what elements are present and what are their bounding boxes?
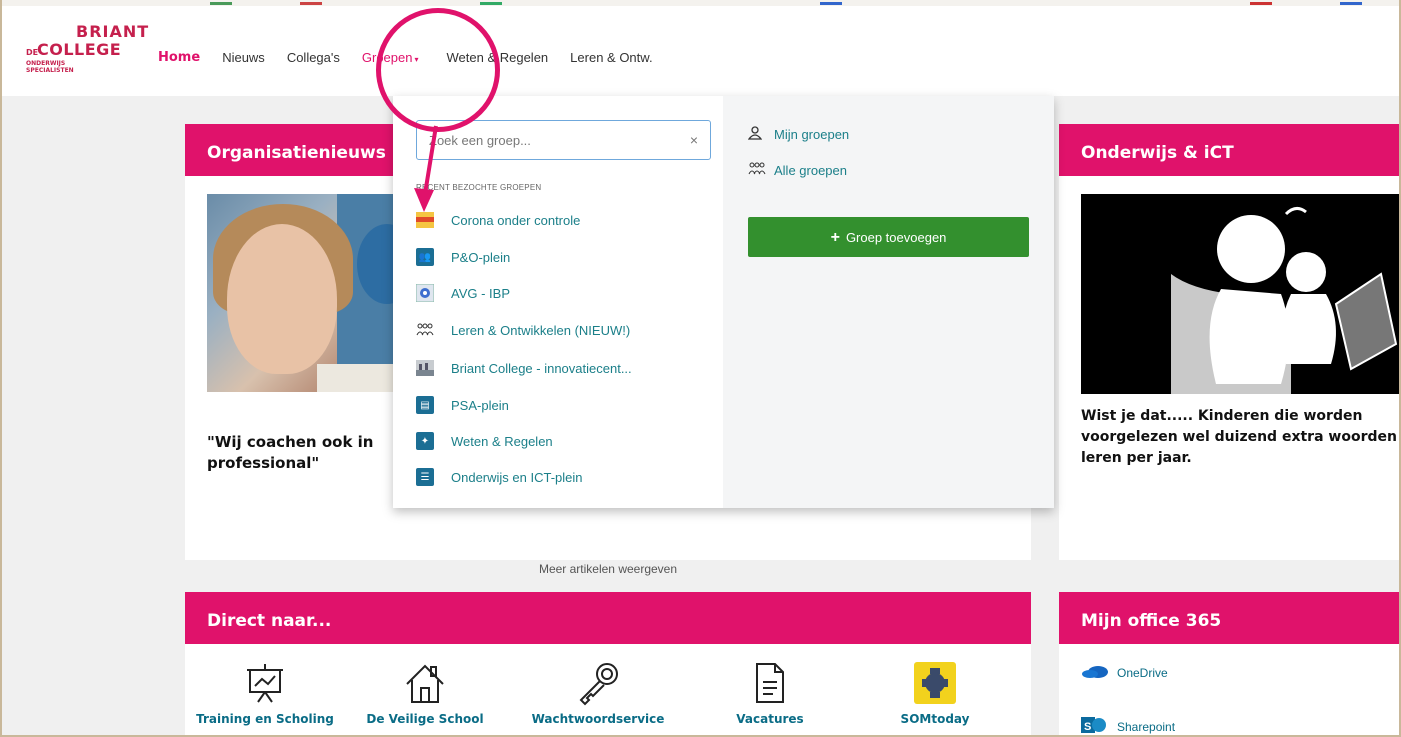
group-item-corona[interactable]: Corona onder controle: [416, 210, 580, 230]
nav-news[interactable]: Nieuws: [222, 50, 265, 65]
more-articles-link[interactable]: Meer artikelen weergeven: [185, 562, 1031, 576]
direct-card: Direct naar... Training en Scholing De V…: [185, 592, 1031, 737]
office-item-label: OneDrive: [1117, 665, 1168, 680]
onedrive-icon: [1081, 664, 1117, 681]
house-icon: [350, 662, 500, 704]
ict-text-line2: voorgelezen wel duizend extra woorden: [1081, 429, 1397, 445]
group-item-avg[interactable]: AVG - IBP: [416, 283, 510, 303]
group-item-label: P&O-plein: [451, 249, 511, 265]
office-card: Mijn office 365 OneDrive S Sharepoint: [1059, 592, 1401, 737]
person-face: [227, 224, 337, 374]
office-item-label: Sharepoint: [1117, 719, 1176, 734]
ict-text-line1: Wist je dat..... Kinderen die worden: [1081, 408, 1363, 424]
recent-groups-label: RECENT BEZOCHTE GROEPEN: [416, 183, 542, 192]
group-item-psa[interactable]: ▤ PSA-plein: [416, 395, 509, 415]
group-search-placeholder: Zoek een groep...: [429, 133, 531, 148]
avg-group-icon: [416, 284, 434, 302]
groups-dropdown-right: [723, 96, 1054, 508]
close-icon[interactable]: ×: [690, 132, 698, 148]
user-icon: [747, 126, 774, 143]
ict-text-line3: leren per jaar.: [1081, 450, 1192, 466]
briant-college-logo[interactable]: BRIANT DE COLLEGE ONDERWIJS SPECIALISTEN: [26, 22, 148, 92]
all-groups-link[interactable]: Alle groepen: [748, 162, 847, 179]
group-item-label: Leren & Ontwikkelen (NIEUW!): [451, 322, 631, 338]
svg-text:S: S: [1084, 721, 1091, 733]
my-groups-link[interactable]: Mijn groepen: [747, 126, 850, 143]
group-item-label: Onderwijs en ICT-plein: [451, 469, 583, 485]
reading-pictogram: [1081, 194, 1401, 394]
ict-card-title: Onderwijs & iCT: [1059, 124, 1401, 176]
quicklink-label: De Veilige School: [366, 712, 484, 726]
quicklink-vacancies[interactable]: Vacatures: [695, 662, 845, 726]
add-group-label: Groep toevoegen: [845, 230, 947, 245]
group-outline-icon: [416, 321, 434, 339]
quicklink-label: SOMtoday: [900, 712, 970, 726]
ict-text[interactable]: Wist je dat..... Kinderen die worden voo…: [1081, 406, 1401, 469]
building-group-icon: [416, 359, 434, 377]
office-item-sharepoint[interactable]: S Sharepoint: [1081, 716, 1175, 737]
people-group-icon: 👥: [416, 248, 434, 266]
group-item-label: Weten & Regelen: [451, 433, 553, 449]
add-group-button[interactable]: + Groep toevoegen: [748, 217, 1029, 257]
article-title[interactable]: "Wij coachen ook in professional": [207, 432, 417, 474]
quicklink-label: Wachtwoordservice: [531, 712, 665, 726]
groups-dropdown-left: Zoek een groep... × RECENT BEZOCHTE GROE…: [393, 96, 723, 508]
ict-group-icon: ☰: [416, 468, 434, 486]
group-item-label: Briant College - innovatiecent...: [451, 360, 632, 376]
ict-card: Onderwijs & iCT Wist je dat..... Kindere…: [1059, 124, 1401, 560]
group-item-leren[interactable]: Leren & Ontwikkelen (NIEUW!): [416, 320, 630, 340]
reading-illustration[interactable]: [1081, 194, 1401, 394]
group-item-innovatie[interactable]: Briant College - innovatiecent...: [416, 358, 632, 378]
highlight-circle-annotation: [376, 8, 500, 132]
site-header: BRIANT DE COLLEGE ONDERWIJS SPECIALISTEN …: [0, 6, 1401, 96]
somtoday-icon: [860, 662, 1010, 704]
plus-icon: +: [830, 229, 840, 246]
corona-group-icon: [416, 211, 434, 229]
quicklink-training[interactable]: Training en Scholing: [190, 662, 340, 726]
group-item-label: Corona onder controle: [451, 212, 581, 228]
psa-group-icon: ▤: [416, 396, 434, 414]
all-groups-label: Alle groepen: [774, 163, 847, 178]
group-item-weten[interactable]: ✦ Weten & Regelen: [416, 431, 553, 451]
logo-line1: BRIANT: [76, 22, 150, 41]
group-outline-icon: [748, 162, 774, 179]
sharepoint-icon: S: [1081, 716, 1117, 737]
my-groups-label: Mijn groepen: [774, 127, 850, 142]
group-item-po-plein[interactable]: 👥 P&O-plein: [416, 247, 510, 267]
presentation-icon: [190, 662, 340, 704]
office-card-title: Mijn office 365: [1059, 592, 1401, 644]
nav-home[interactable]: Home: [158, 50, 200, 65]
quicklink-somtoday[interactable]: SOMtoday: [860, 662, 1010, 726]
logo-tagline: ONDERWIJS SPECIALISTEN: [26, 60, 74, 74]
quicklink-label: Training en Scholing: [196, 712, 334, 726]
direct-card-title: Direct naar...: [185, 592, 1031, 644]
office-item-onedrive[interactable]: OneDrive: [1081, 664, 1168, 681]
groups-dropdown: Zoek een groep... × RECENT BEZOCHTE GROE…: [393, 96, 1054, 508]
nav-colleagues[interactable]: Collega's: [287, 50, 340, 65]
nav-learn[interactable]: Leren & Ontw.: [570, 50, 652, 65]
rules-group-icon: ✦: [416, 432, 434, 450]
group-item-label: AVG - IBP: [451, 285, 510, 301]
quicklink-password[interactable]: Wachtwoordservice: [523, 662, 673, 726]
quicklink-label: Vacatures: [736, 712, 804, 726]
group-item-label: PSA-plein: [451, 397, 509, 413]
key-icon: [523, 662, 673, 706]
quicklink-safe-school[interactable]: De Veilige School: [350, 662, 500, 726]
document-icon: [695, 662, 845, 704]
logo-line2: COLLEGE: [37, 40, 122, 59]
group-item-ict[interactable]: ☰ Onderwijs en ICT-plein: [416, 467, 583, 487]
